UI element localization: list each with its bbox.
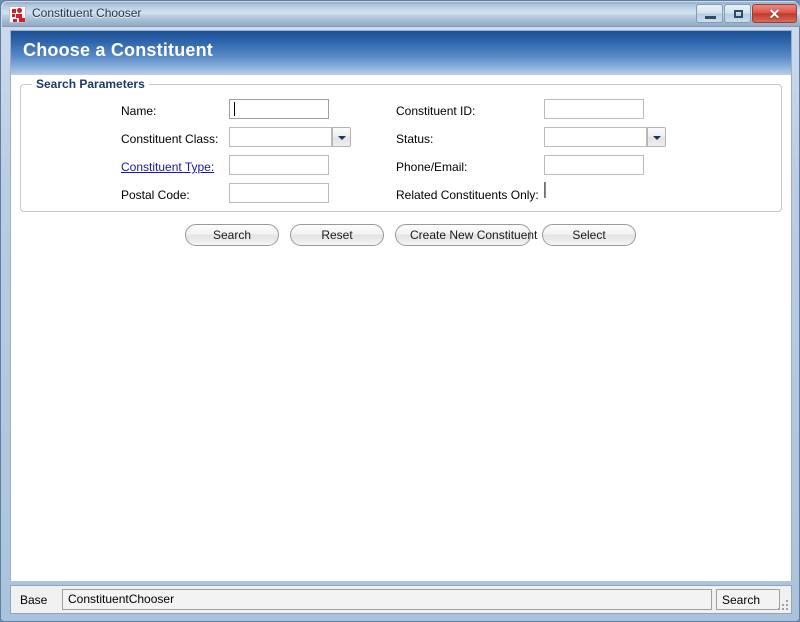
input-wrapper-postal-code [229,183,329,203]
input-wrapper-name [229,99,329,119]
search-button[interactable]: Search [185,224,279,246]
input-wrapper-phone-email [544,155,644,175]
application-window: Constituent Chooser ✕ Choose a Constitue… [0,0,800,622]
group-legend: Search Parameters [32,77,149,91]
constituent-class-value[interactable] [229,127,332,147]
label-phone-email: Phone/Email: [396,160,468,174]
create-new-constituent-button[interactable]: Create New Constituent [395,224,537,246]
label-related-constituents-only: Related Constituents Only: [396,188,539,202]
chevron-down-icon [653,136,661,140]
maximize-button[interactable] [724,4,751,23]
text-caret [234,102,235,116]
related-constituents-only-checkbox[interactable] [544,182,546,198]
window-title: Constituent Chooser [32,6,142,20]
client-area: Choose a Constituent Search Parameters N… [10,30,792,581]
page-body: Search Parameters Name: Constituent Clas… [11,76,791,581]
status-dropdown-button[interactable] [647,127,666,147]
app-icon [9,6,26,23]
postal-code-input[interactable] [229,183,329,203]
status-value[interactable] [544,127,647,147]
label-status: Status: [396,132,434,146]
label-name: Name: [121,104,157,118]
resize-grip-icon[interactable] [776,598,788,610]
search-parameters-group: Search Parameters Name: Constituent Clas… [20,77,782,212]
checkbox-wrapper-related-constituents [544,182,546,198]
constituent-class-dropdown-button[interactable] [332,127,351,147]
reset-button[interactable]: Reset [290,224,384,246]
phone-email-input[interactable] [544,155,644,175]
input-wrapper-constituent-type [229,155,329,175]
minimize-icon [705,16,716,19]
label-constituent-class: Constituent Class: [121,132,219,146]
label-postal-code: Postal Code: [121,188,190,202]
link-constituent-type[interactable]: Constituent Type: [121,160,214,174]
status-bar-label: Base [20,593,48,607]
input-wrapper-constituent-id [544,99,644,119]
constituent-id-input[interactable] [544,99,644,119]
name-input[interactable] [229,99,329,119]
select-button[interactable]: Select [542,224,636,246]
action-button-row: Search Reset Create New Constituent Sele… [185,224,636,246]
close-button[interactable]: ✕ [752,4,797,23]
status-bar: Base ConstituentChooser Search [10,585,792,614]
maximize-icon [734,10,743,18]
minimize-button[interactable] [696,4,723,23]
page-title: Choose a Constituent [23,40,214,60]
page-header: Choose a Constituent [11,31,791,76]
close-icon: ✕ [768,6,781,22]
chevron-down-icon [338,136,346,140]
window-controls: ✕ [696,4,797,23]
label-constituent-id: Constituent ID: [396,104,476,118]
status-bar-search-button[interactable]: Search [716,589,780,610]
status-bar-path-field[interactable]: ConstituentChooser [62,589,712,610]
title-bar[interactable]: Constituent Chooser ✕ [2,2,800,27]
constituent-type-input[interactable] [229,155,329,175]
